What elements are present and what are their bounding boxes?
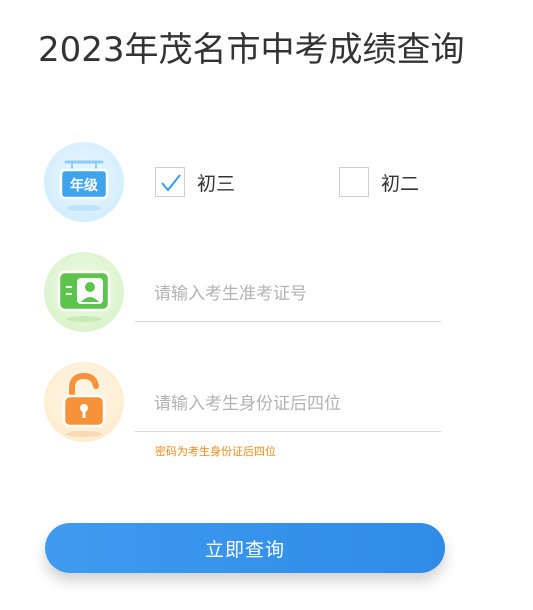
- submit-query-button[interactable]: 立即查询: [45, 523, 445, 573]
- id-row: [44, 362, 464, 446]
- page-title: 2023年茂名市中考成绩查询: [38, 30, 465, 70]
- grade-row: 年级 初三 初二: [44, 142, 464, 226]
- grade-option-chuer[interactable]: 初二: [339, 167, 419, 197]
- grade-chuer-label: 初二: [381, 172, 420, 195]
- password-hint: 密码为考生身份证后四位: [155, 445, 276, 458]
- grade-chusan-label: 初三: [197, 172, 236, 195]
- grade-icon-label: 年级: [70, 177, 99, 194]
- id-last-four-input[interactable]: [135, 384, 441, 424]
- checkmark-icon: [161, 174, 181, 192]
- ticket-field: [135, 274, 441, 322]
- grade-option-chusan[interactable]: 初三: [155, 167, 235, 197]
- ticket-number-input[interactable]: [135, 274, 441, 314]
- id-card-icon: [44, 252, 124, 332]
- id-field: [135, 384, 441, 432]
- ticket-row: [44, 252, 464, 336]
- grade-chusan-checkbox[interactable]: [155, 167, 185, 197]
- grade-chuer-checkbox[interactable]: [339, 167, 369, 197]
- lock-icon: [44, 362, 124, 442]
- grade-icon: 年级: [44, 142, 124, 222]
